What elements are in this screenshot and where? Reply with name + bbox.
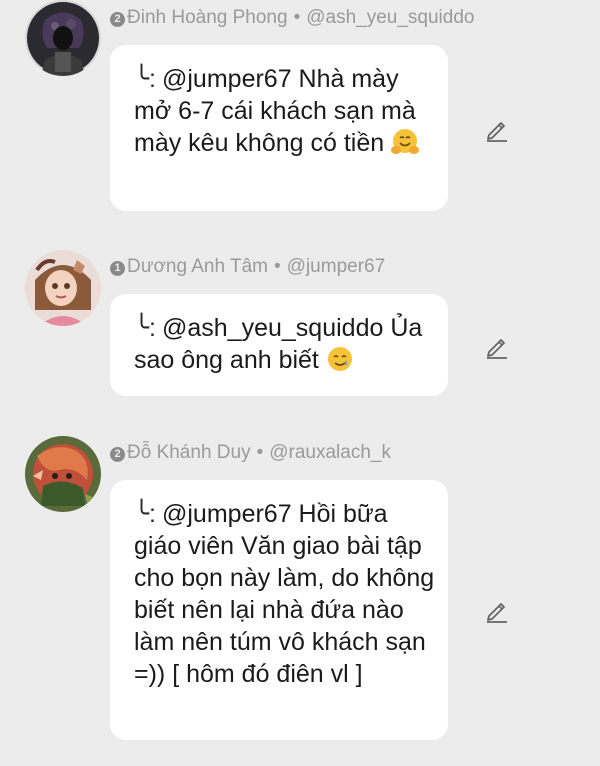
comment-text: @jumper67 Nhà mày mở 6-7 cái khách sạn m… <box>134 65 416 157</box>
comment-text-block: ╰: @jumper67 Hồi bữa giáo viên Văn giao b… <box>134 498 436 690</box>
meta-separator: • <box>274 256 281 277</box>
edit-icon[interactable] <box>484 116 510 142</box>
edit-icon[interactable] <box>484 333 510 359</box>
meta-separator: • <box>293 7 301 28</box>
avatar[interactable] <box>25 250 101 326</box>
reply-icon: ╰: <box>134 314 156 342</box>
comment-bubble: ╰: @jumper67 Nhà mày mở 6-7 cái khách sạn… <box>110 45 448 211</box>
rank-badge: 1 <box>110 261 125 276</box>
author-handle[interactable]: @jumper67 <box>287 256 386 277</box>
author-handle[interactable]: @rauxalach_k <box>269 442 391 463</box>
comment-bubble: ╰: @jumper67 Hồi bữa giáo viên Văn giao b… <box>110 480 448 740</box>
author-name[interactable]: Đinh Hoàng Phong <box>127 7 288 28</box>
author-name[interactable]: Đỗ Khánh Duy <box>127 442 251 463</box>
comment-text: @jumper67 Hồi bữa giáo viên Văn giao bài… <box>134 500 435 688</box>
smiling-with-tear-emoji <box>326 345 354 373</box>
comment-text-block: ╰: @ash_yeu_squiddo Ủa sao ông anh biết <box>134 312 436 376</box>
comment-text: @ash_yeu_squiddo Ủa sao ông anh biết <box>134 314 423 374</box>
comment-text-block: ╰: @jumper67 Nhà mày mở 6-7 cái khách sạn… <box>134 63 436 159</box>
hugging-face-emoji <box>391 128 420 156</box>
comment-meta: 2 Đỗ Khánh Duy • @rauxalach_k <box>110 441 391 465</box>
author-handle[interactable]: @ash_yeu_squiddo <box>306 7 474 28</box>
reply-icon: ╰: <box>134 65 156 93</box>
reply-icon: ╰: <box>134 500 156 528</box>
rank-badge: 2 <box>110 447 125 462</box>
comment-meta: 1 Dương Anh Tâm • @jumper67 <box>110 255 385 279</box>
avatar[interactable] <box>25 436 101 512</box>
comment-bubble: ╰: @ash_yeu_squiddo Ủa sao ông anh biết <box>110 294 448 396</box>
rank-badge: 2 <box>110 12 125 27</box>
comment-meta: 2 Đinh Hoàng Phong • @ash_yeu_squiddo <box>110 6 474 30</box>
meta-separator: • <box>256 442 264 463</box>
avatar[interactable] <box>25 0 101 76</box>
edit-icon[interactable] <box>484 597 510 623</box>
author-name[interactable]: Dương Anh Tâm <box>127 256 268 277</box>
